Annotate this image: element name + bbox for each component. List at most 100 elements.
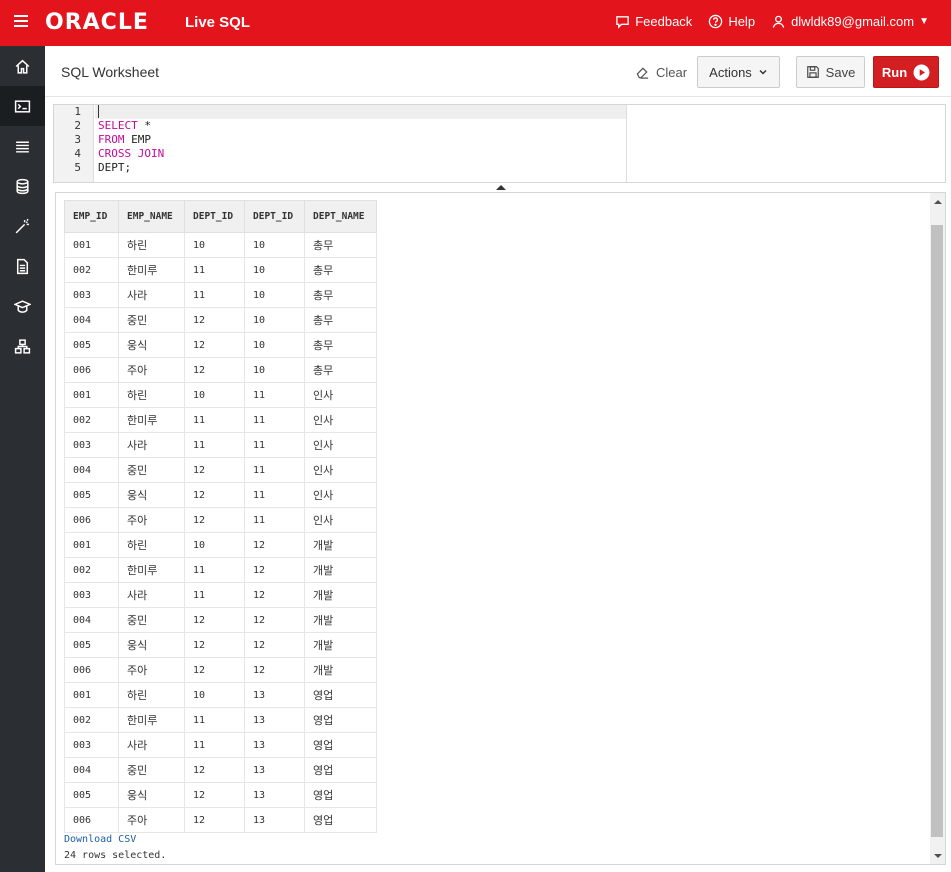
sidebar-item-home[interactable] <box>0 46 45 86</box>
table-cell: 중민 <box>118 757 185 783</box>
table-row: 001 하린 10 10 총무 <box>64 232 377 258</box>
oracle-logo[interactable]: ORACLE <box>45 10 149 35</box>
help-link[interactable]: Help <box>708 14 755 29</box>
table-cell: 영업 <box>304 782 377 808</box>
sidebar-item-schema[interactable] <box>0 166 45 206</box>
table-cell: 005 <box>64 332 119 358</box>
worksheet-header: SQL Worksheet Clear Actions Save Run <box>45 46 951 97</box>
user-email: dlwldk89@gmail.com <box>791 14 915 29</box>
code-line[interactable]: CROSS JOIN <box>95 147 626 161</box>
list-icon <box>16 141 29 153</box>
save-button[interactable]: Save <box>796 56 865 88</box>
table-cell: 12 <box>184 307 245 333</box>
column-header: EMP_ID <box>64 200 119 233</box>
table-cell: 총무 <box>304 332 377 358</box>
sql-editor[interactable]: 1 2 3 4 5 SELECT * FROM EMP CROSS JOIN D… <box>53 104 946 183</box>
table-row: 002 한미루 11 11 인사 <box>64 407 377 433</box>
table-row: 001 하린 10 11 인사 <box>64 382 377 408</box>
table-row: 004 중민 12 11 인사 <box>64 457 377 483</box>
sidebar-item-code-library[interactable] <box>0 326 45 366</box>
sidebar-item-my-scripts[interactable] <box>0 246 45 286</box>
table-cell: 11 <box>244 482 305 508</box>
code-line[interactable]: SELECT * <box>95 119 626 133</box>
user-menu[interactable]: dlwldk89@gmail.com ▼ <box>771 14 929 29</box>
table-cell: 인사 <box>304 457 377 483</box>
table-cell: 10 <box>184 532 245 558</box>
help-label: Help <box>728 14 756 29</box>
database-icon <box>16 178 29 194</box>
schema-icon <box>14 338 31 354</box>
line-number: 2 <box>74 119 81 132</box>
sql-keyword: SELECT <box>98 119 138 132</box>
table-cell: 12 <box>184 457 245 483</box>
line-number-gutter: 1 2 3 4 5 <box>54 105 94 182</box>
code-line[interactable] <box>95 105 626 119</box>
table-cell: 11 <box>184 432 245 458</box>
table-row: 005 웅식 12 11 인사 <box>64 482 377 508</box>
sidebar-item-tutorials[interactable] <box>0 286 45 326</box>
table-row: 001 하린 10 12 개발 <box>64 532 377 558</box>
table-row: 004 중민 12 10 총무 <box>64 307 377 333</box>
table-cell: 10 <box>184 382 245 408</box>
table-cell: 개발 <box>304 607 377 633</box>
top-bar: ORACLE Live SQL Feedback Help dlwldk89@g… <box>0 0 951 46</box>
table-cell: 11 <box>184 282 245 308</box>
table-cell: 11 <box>244 457 305 483</box>
table-cell: 12 <box>184 482 245 508</box>
feedback-link[interactable]: Feedback <box>615 14 692 29</box>
table-cell: 11 <box>184 407 245 433</box>
scroll-up-icon[interactable] <box>934 200 942 204</box>
table-row: 003 사라 11 10 총무 <box>64 282 377 308</box>
table-cell: 003 <box>64 582 119 608</box>
sql-keyword: CROSS JOIN <box>98 147 165 160</box>
product-name[interactable]: Live SQL <box>185 14 250 31</box>
menu-icon[interactable] <box>14 15 28 29</box>
table-cell: 하린 <box>118 682 185 708</box>
table-cell: 영업 <box>304 707 377 733</box>
table-cell: 총무 <box>304 232 377 258</box>
play-icon <box>913 64 930 80</box>
table-row: 002 한미루 11 12 개발 <box>64 557 377 583</box>
table-cell: 11 <box>184 257 245 283</box>
table-cell: 12 <box>184 757 245 783</box>
save-label: Save <box>825 64 856 80</box>
table-cell: 인사 <box>304 382 377 408</box>
table-cell: 12 <box>184 332 245 358</box>
rows-selected-status: 24 rows selected. <box>64 850 167 861</box>
run-button[interactable]: Run <box>873 56 939 88</box>
results-table: EMP_ID EMP_NAME DEPT_ID DEPT_ID DEPT_NAM… <box>64 200 377 833</box>
table-cell: 006 <box>64 807 119 833</box>
table-cell: 12 <box>184 782 245 808</box>
results-scrollbar[interactable] <box>930 193 945 864</box>
table-cell: 12 <box>184 607 245 633</box>
table-cell: 하린 <box>118 382 185 408</box>
table-cell: 개발 <box>304 632 377 658</box>
table-cell: 사라 <box>118 432 185 458</box>
code-line[interactable]: FROM EMP <box>95 133 626 147</box>
table-cell: 한미루 <box>118 557 185 583</box>
splitter-handle-icon[interactable] <box>496 185 506 190</box>
table-row: 003 사라 11 11 인사 <box>64 432 377 458</box>
actions-dropdown[interactable]: Actions <box>697 56 780 88</box>
scroll-down-icon[interactable] <box>934 854 942 858</box>
table-cell: 002 <box>64 407 119 433</box>
table-cell: 13 <box>244 757 305 783</box>
sidebar <box>0 46 45 872</box>
table-cell: 002 <box>64 707 119 733</box>
table-cell: 총무 <box>304 307 377 333</box>
clear-button[interactable]: Clear <box>633 56 689 88</box>
sidebar-item-quick-sql[interactable] <box>0 206 45 246</box>
graduation-cap-icon <box>14 299 31 313</box>
line-number: 4 <box>74 147 81 160</box>
code-line[interactable]: DEPT; <box>95 161 626 175</box>
table-cell: 개발 <box>304 582 377 608</box>
table-row: 005 웅식 12 13 영업 <box>64 782 377 808</box>
user-icon <box>772 15 785 28</box>
scrollbar-thumb[interactable] <box>931 225 943 837</box>
table-cell: 12 <box>244 557 305 583</box>
table-cell: 12 <box>184 632 245 658</box>
sidebar-item-sql-worksheet[interactable] <box>0 86 45 126</box>
sidebar-item-list[interactable] <box>0 126 45 166</box>
download-csv-link[interactable]: Download CSV <box>64 834 136 845</box>
code-area[interactable]: SELECT * FROM EMP CROSS JOIN DEPT; <box>95 105 627 182</box>
